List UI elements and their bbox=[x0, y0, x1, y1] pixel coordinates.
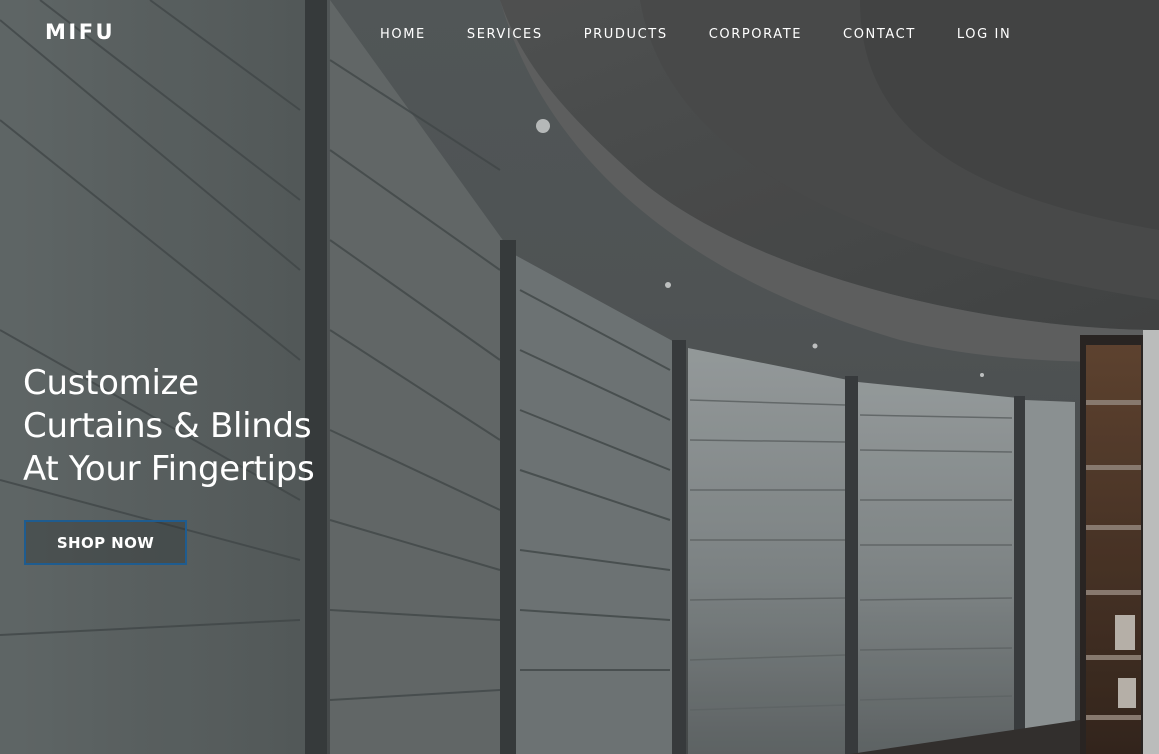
nav-item-corporate[interactable]: CORPORATE bbox=[709, 27, 802, 42]
hero-headline-line-2: Curtains & Blinds bbox=[23, 406, 312, 446]
shop-now-button[interactable]: SHOP NOW bbox=[24, 520, 187, 565]
nav-item-contact[interactable]: CONTACT bbox=[843, 27, 916, 42]
nav-item-login[interactable]: LOG IN bbox=[957, 27, 1011, 42]
nav-item-services[interactable]: SERVICES bbox=[467, 27, 543, 42]
nav-item-products[interactable]: PRUDUCTS bbox=[584, 27, 668, 42]
main-nav: HOME SERVICES PRUDUCTS CORPORATE CONTACT… bbox=[380, 27, 1052, 42]
brand-logo[interactable]: MIFU bbox=[45, 20, 115, 44]
nav-item-home[interactable]: HOME bbox=[380, 27, 426, 42]
hero-section: MIFU HOME SERVICES PRUDUCTS CORPORATE CO… bbox=[0, 0, 1159, 754]
hero-headline: Customize Curtains & Blinds At Your Fing… bbox=[23, 362, 315, 491]
hero-headline-line-1: Customize bbox=[23, 363, 199, 403]
hero-headline-line-3: At Your Fingertips bbox=[23, 449, 315, 489]
